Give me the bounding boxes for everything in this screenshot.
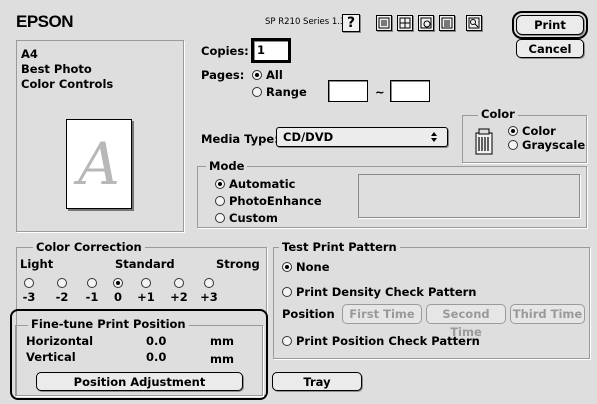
pages-range-label: Range [266,85,307,99]
second-time-button[interactable]: Second Time [426,304,506,339]
page-preview: A [66,119,132,209]
step-label: +3 [200,290,218,304]
correction-plus1-radio[interactable] [141,278,151,288]
settings-summary-panel: A4 Best Photo Color Controls A [16,40,184,232]
media-type-value: CD/DVD [283,130,334,144]
preview-letter: A [78,130,120,198]
range-from-field[interactable] [328,80,368,102]
mode-photoenhance-label: PhotoEnhance [229,194,322,208]
first-time-button[interactable]: First Time [342,304,422,324]
mode-automatic-radio[interactable] [215,179,225,189]
vertical-unit: mm [210,352,234,366]
copies-label: Copies: [201,44,249,58]
position-label: Position [282,307,335,321]
correction-plus2-radio[interactable] [174,278,184,288]
test-none-radio[interactable] [282,262,292,272]
density-check-radio[interactable] [282,287,292,297]
background-print-icon[interactable] [418,15,434,31]
print-preview-icon[interactable] [466,15,482,31]
correction-0-radio[interactable] [113,278,123,288]
summary-quality: Best Photo [21,62,92,76]
correction-minus2-radio[interactable] [57,278,67,288]
grayscale-option-label: Grayscale [522,138,586,152]
vertical-label: Vertical [26,350,76,364]
test-none-label: None [296,260,330,274]
mode-custom-radio[interactable] [215,213,225,223]
mode-automatic-label: Automatic [229,177,296,191]
position-check-label: Print Position Check Pattern [296,334,480,348]
color-correction-legend: Color Correction [33,241,145,254]
mode-custom-label: Custom [229,211,278,225]
range-to-field[interactable] [390,80,430,102]
pages-range-radio[interactable] [252,87,262,97]
grayscale-radio[interactable] [508,140,518,150]
summary-color-mode: Color Controls [21,77,114,91]
help-icon[interactable]: ? [342,14,360,32]
tray-button[interactable]: Tray [272,372,362,391]
correction-minus3-radio[interactable] [24,278,34,288]
position-adjustment-button[interactable]: Position Adjustment [36,372,243,391]
horizontal-unit: mm [210,334,234,348]
color-radio[interactable] [508,126,518,136]
horizontal-label: Horizontal [26,334,94,348]
standard-label: Standard [115,257,175,271]
pages-all-radio[interactable] [252,70,262,80]
test-print-legend: Test Print Pattern [279,241,400,254]
vertical-value: 0.0 [146,350,167,364]
mode-legend: Mode [206,160,248,173]
strong-label: Strong [216,257,260,271]
pages-all-label: All [266,68,283,82]
popup-arrows-icon [429,131,439,146]
summary-paper-size: A4 [21,47,38,61]
light-label: Light [20,257,54,271]
density-check-label: Print Density Check Pattern [296,285,477,299]
range-separator: ~ [375,85,385,99]
paper-setup-icon[interactable] [397,15,413,31]
step-label: 0 [113,290,122,304]
mode-details-box [358,174,580,218]
step-label: +2 [170,290,188,304]
pages-label: Pages: [201,68,245,82]
color-legend: Color [478,108,518,121]
media-type-label: Media Type: [201,132,279,146]
mode-photoenhance-radio[interactable] [215,196,225,206]
step-label: +1 [137,290,155,304]
position-check-radio[interactable] [282,336,292,346]
horizontal-value: 0.0 [146,334,167,348]
color-option-label: Color [522,124,556,138]
step-label: -2 [55,290,69,304]
step-label: -1 [85,290,99,304]
correction-plus3-radio[interactable] [204,278,214,288]
cancel-button[interactable]: Cancel [516,39,584,58]
step-label: -3 [22,290,36,304]
utility-icon[interactable] [439,15,455,31]
media-type-select[interactable]: CD/DVD [276,127,448,147]
brand-logo: EPSON [16,12,74,31]
copies-field[interactable]: 1 [251,38,291,63]
fine-tune-legend: Fine-tune Print Position [28,318,189,331]
correction-minus1-radio[interactable] [87,278,97,288]
layout-icon[interactable] [376,15,392,31]
print-button[interactable]: Print [512,11,588,39]
ink-cartridge-icon [473,128,495,159]
third-time-button[interactable]: Third Time [510,304,585,324]
